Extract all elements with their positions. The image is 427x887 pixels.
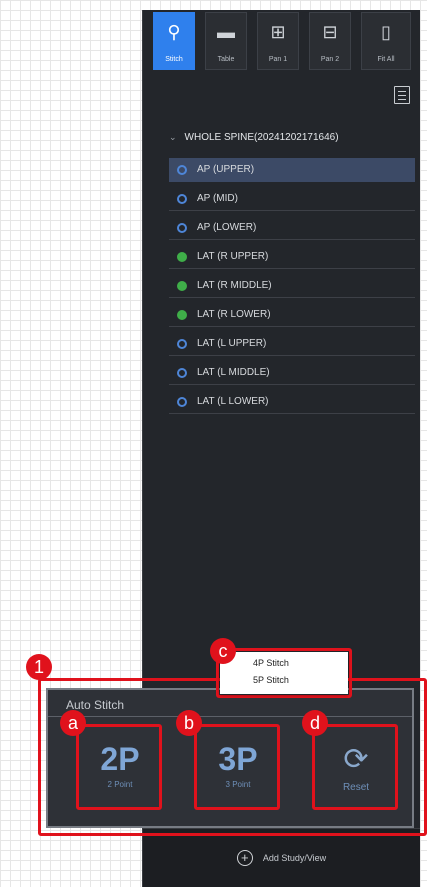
series-header-label: WHOLE SPINE(20241202171646): [184, 132, 339, 143]
callout-badge-a: a: [60, 710, 86, 736]
list-item-label: LAT (L LOWER): [197, 396, 269, 407]
list-item-label: AP (MID): [197, 193, 238, 204]
toolbar-button-pan2[interactable]: ⊟ Pan 2: [309, 12, 351, 70]
chevron-down-icon: ⌄: [169, 132, 177, 142]
status-dot-icon: [177, 164, 187, 175]
status-dot-icon: [177, 222, 187, 233]
list-item[interactable]: AP (UPPER): [169, 158, 415, 182]
list-item[interactable]: LAT (R MIDDLE): [169, 274, 415, 298]
toolbar-button-stitch[interactable]: ⚲ Stitch: [153, 12, 195, 70]
list-item-label: AP (UPPER): [197, 164, 255, 175]
list-item[interactable]: AP (LOWER): [169, 216, 415, 240]
status-dot-icon: [177, 367, 187, 378]
toolbar-button-label: Pan 1: [268, 56, 288, 63]
spine-icon: ⚲: [167, 22, 181, 42]
annotation-outline-b: [194, 724, 280, 810]
callout-badge-d: d: [302, 710, 328, 736]
toolbar: ⚲ Stitch ▬ Table ⊞ Pan 1 ⊟ Pan 2 ▯ Fit A…: [143, 10, 420, 72]
dash-icon: ▬: [217, 22, 235, 42]
list-item-label: LAT (R MIDDLE): [197, 280, 272, 291]
list-item-label: LAT (R LOWER): [197, 309, 271, 320]
list-item-label: LAT (L MIDDLE): [197, 367, 270, 378]
callout-badge-b: b: [176, 710, 202, 736]
stitch-options-popup: 4P Stitch 5P Stitch: [220, 652, 348, 694]
split-icon: ⊟: [322, 22, 338, 42]
list-item-label: AP (LOWER): [197, 222, 257, 233]
list-item-label: LAT (R UPPER): [197, 251, 269, 262]
toolbar-button-label: Pan 2: [320, 56, 340, 63]
callout-badge-c: c: [210, 638, 236, 664]
add-study-view-button[interactable]: + Add Study/View: [143, 828, 420, 887]
fit-icon: ▯: [381, 22, 391, 42]
list-item[interactable]: LAT (L LOWER): [169, 390, 415, 414]
add-study-view-label: Add Study/View: [262, 853, 327, 863]
callout-badge-1: 1: [26, 654, 52, 680]
list-item[interactable]: LAT (R LOWER): [169, 303, 415, 327]
status-dot-icon: [177, 309, 187, 320]
toolbar-button-label: Table: [217, 56, 235, 63]
status-dot-icon: [177, 193, 187, 204]
toolbar-button-table[interactable]: ▬ Table: [205, 12, 247, 70]
view-list: AP (UPPER) AP (MID) AP (LOWER) LAT (R UP…: [169, 158, 415, 419]
list-item[interactable]: LAT (L MIDDLE): [169, 361, 415, 385]
status-dot-icon: [177, 280, 187, 291]
list-item-label: LAT (L UPPER): [197, 338, 267, 349]
status-dot-icon: [177, 338, 187, 349]
annotation-outline-a: [76, 724, 162, 810]
list-item[interactable]: AP (MID): [169, 187, 415, 211]
menu-item-4p-stitch[interactable]: 4P Stitch: [220, 655, 348, 672]
toolbar-button-fit-all[interactable]: ▯ Fit All: [361, 12, 411, 70]
series-header[interactable]: ⌄ WHOLE SPINE(20241202171646): [169, 132, 339, 143]
grid-icon: ⊞: [270, 22, 286, 42]
annotation-outline-d: [312, 724, 398, 810]
toolbar-button-label: Stitch: [165, 56, 183, 63]
toolbar-button-pan1[interactable]: ⊞ Pan 1: [257, 12, 299, 70]
list-menu-icon[interactable]: [394, 86, 410, 104]
list-item[interactable]: LAT (R UPPER): [169, 245, 415, 269]
list-item[interactable]: LAT (L UPPER): [169, 332, 415, 356]
status-dot-icon: [177, 251, 187, 262]
toolbar-button-label: Fit All: [377, 56, 395, 63]
plus-circle-icon: +: [236, 850, 253, 866]
status-dot-icon: [177, 396, 187, 407]
menu-item-5p-stitch[interactable]: 5P Stitch: [220, 672, 348, 689]
